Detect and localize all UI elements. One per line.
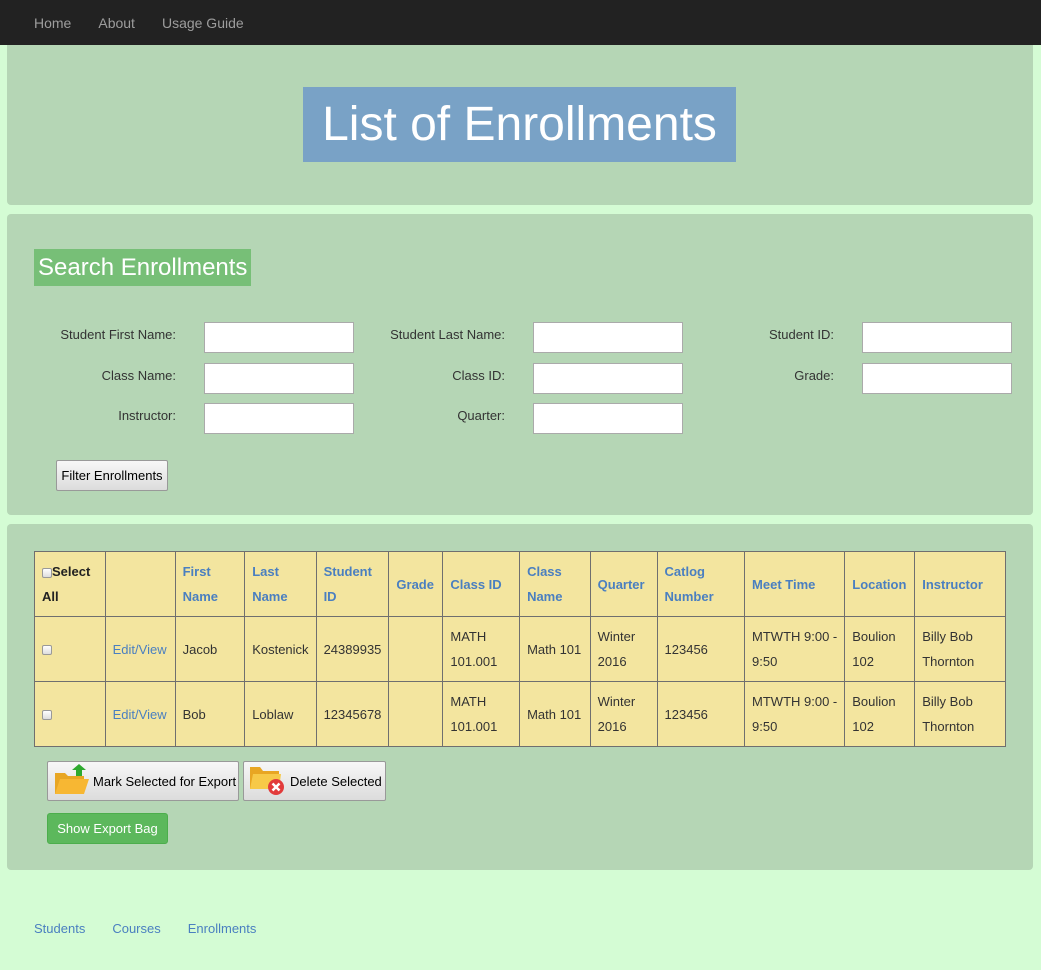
filter-enrollments-button[interactable]: Filter Enrollments xyxy=(56,460,168,491)
delete-selected-label: Delete Selected xyxy=(290,773,382,789)
instructor-input[interactable] xyxy=(204,403,354,434)
column-header-class-name[interactable]: Class Name xyxy=(519,551,591,617)
folder-export-icon xyxy=(54,763,93,799)
first-name-cell: Bob xyxy=(174,681,246,747)
search-panel: Search Enrollments Student First Name: S… xyxy=(7,214,1033,515)
column-header-student-id[interactable]: Student ID xyxy=(315,551,390,617)
student-id-cell: 12345678 xyxy=(315,681,390,747)
column-header-first-name[interactable]: First Name xyxy=(174,551,246,617)
mark-selected-for-export-button[interactable]: Mark Selected for Export xyxy=(47,761,239,801)
footer-courses-link[interactable]: Courses xyxy=(112,921,160,936)
folder-delete-icon xyxy=(249,764,290,799)
last-name-cell: Kostenick xyxy=(244,616,317,682)
top-navbar: Home About Usage Guide xyxy=(0,0,1041,45)
edit-column-header xyxy=(104,551,176,617)
class-id-cell: MATH 101.001 xyxy=(442,616,521,682)
class-name-cell: Math 101 xyxy=(519,616,591,682)
edit-cell: Edit/View xyxy=(104,616,176,682)
last-name-input[interactable] xyxy=(533,322,683,353)
nav-home-link[interactable]: Home xyxy=(34,15,71,31)
column-header-catalog-number[interactable]: Catlog Number xyxy=(656,551,746,617)
class-id-label: Class ID: xyxy=(452,368,505,383)
row-select-cell xyxy=(34,681,106,747)
instructor-cell: Billy Bob Thornton xyxy=(914,616,1006,682)
title-panel: List of Enrollments xyxy=(7,45,1033,205)
student-id-cell: 24389935 xyxy=(315,616,390,682)
column-header-instructor[interactable]: Instructor xyxy=(914,551,1006,617)
student-id-input[interactable] xyxy=(862,322,1012,353)
meet-time-cell: MTWTH 9:00 - 9:50 xyxy=(744,616,846,682)
location-cell: Boulion 102 xyxy=(844,681,916,747)
select-all-header: Select All xyxy=(34,551,106,617)
first-name-input[interactable] xyxy=(204,322,354,353)
column-header-meet-time[interactable]: Meet Time xyxy=(744,551,846,617)
class-name-input[interactable] xyxy=(204,363,354,394)
class-name-cell: Math 101 xyxy=(519,681,591,747)
delete-selected-button[interactable]: Delete Selected xyxy=(243,761,386,801)
quarter-label: Quarter: xyxy=(457,408,505,423)
table-row: Edit/View Bob Loblaw 12345678 MATH 101.0… xyxy=(34,681,1006,747)
column-header-class-id[interactable]: Class ID xyxy=(442,551,521,617)
row-checkbox[interactable] xyxy=(42,645,52,656)
column-header-location[interactable]: Location xyxy=(844,551,916,617)
quarter-cell: Winter 2016 xyxy=(589,681,658,747)
footer-nav: Students Courses Enrollments xyxy=(34,921,283,936)
row-checkbox[interactable] xyxy=(42,710,52,721)
edit-view-link[interactable]: Edit/View xyxy=(113,642,167,657)
instructor-cell: Billy Bob Thornton xyxy=(914,681,1006,747)
mark-selected-label: Mark Selected for Export xyxy=(93,773,237,789)
last-name-cell: Loblaw xyxy=(244,681,317,747)
footer-enrollments-link[interactable]: Enrollments xyxy=(188,921,257,936)
edit-view-link[interactable]: Edit/View xyxy=(113,707,167,722)
column-header-quarter[interactable]: Quarter xyxy=(589,551,658,617)
first-name-cell: Jacob xyxy=(174,616,246,682)
last-name-label: Student Last Name: xyxy=(390,327,505,342)
meet-time-cell: MTWTH 9:00 - 9:50 xyxy=(744,681,846,747)
column-header-last-name[interactable]: Last Name xyxy=(244,551,317,617)
class-name-label: Class Name: xyxy=(101,368,176,383)
edit-cell: Edit/View xyxy=(104,681,176,747)
grade-label: Grade: xyxy=(794,368,834,383)
quarter-input[interactable] xyxy=(533,403,683,434)
catalog-number-cell: 123456 xyxy=(656,681,746,747)
enrollments-table: Select All First Name Last Name Student … xyxy=(34,551,1006,747)
grade-cell xyxy=(388,681,444,747)
location-cell: Boulion 102 xyxy=(844,616,916,682)
show-export-bag-button[interactable]: Show Export Bag xyxy=(47,813,168,844)
results-panel: Select All First Name Last Name Student … xyxy=(7,524,1033,870)
class-id-cell: MATH 101.001 xyxy=(442,681,521,747)
nav-about-link[interactable]: About xyxy=(98,15,135,31)
column-header-grade[interactable]: Grade xyxy=(388,551,444,617)
select-all-checkbox[interactable] xyxy=(42,567,52,578)
first-name-label: Student First Name: xyxy=(60,327,176,342)
grade-input[interactable] xyxy=(862,363,1012,394)
table-header-row: Select All First Name Last Name Student … xyxy=(34,551,1006,617)
row-select-cell xyxy=(34,616,106,682)
search-section-title: Search Enrollments xyxy=(34,249,252,286)
quarter-cell: Winter 2016 xyxy=(589,616,658,682)
page-title: List of Enrollments xyxy=(303,87,736,162)
class-id-input[interactable] xyxy=(533,363,683,394)
instructor-label: Instructor: xyxy=(118,408,176,423)
catalog-number-cell: 123456 xyxy=(656,616,746,682)
nav-usage-guide-link[interactable]: Usage Guide xyxy=(162,15,244,31)
student-id-label: Student ID: xyxy=(768,327,834,342)
grade-cell xyxy=(388,616,444,682)
table-row: Edit/View Jacob Kostenick 24389935 MATH … xyxy=(34,616,1006,682)
footer-students-link[interactable]: Students xyxy=(34,921,85,936)
